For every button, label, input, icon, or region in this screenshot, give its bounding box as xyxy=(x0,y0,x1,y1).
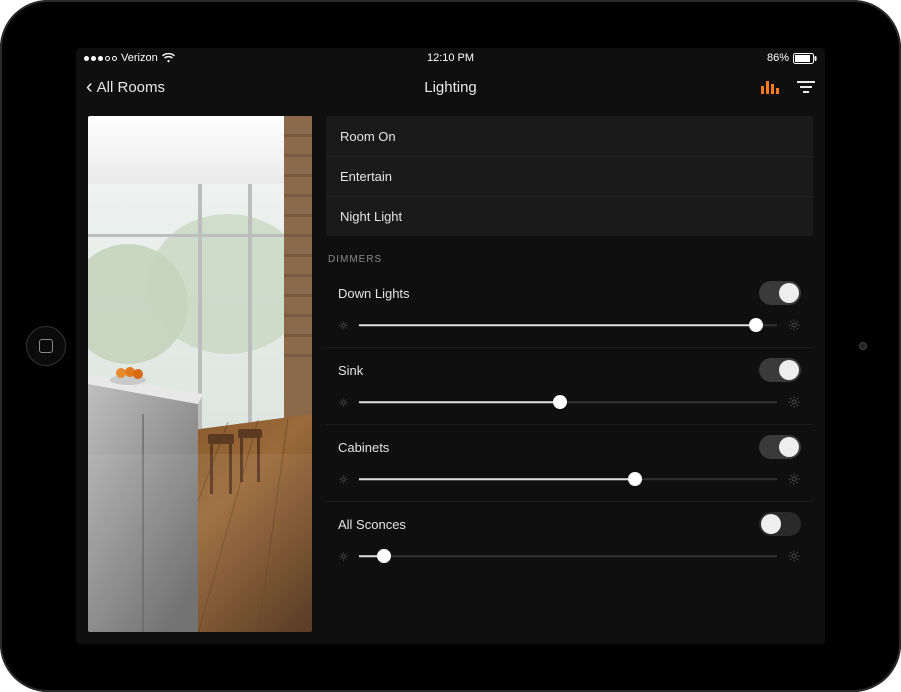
dimmer-name: All Sconces xyxy=(338,517,406,532)
brightness-high-icon xyxy=(787,395,801,409)
brightness-high-icon xyxy=(787,549,801,563)
scene-item-room-on[interactable]: Room On xyxy=(326,116,813,156)
brightness-low-icon xyxy=(338,320,349,331)
carrier-label: Verizon xyxy=(121,52,158,64)
scene-label: Entertain xyxy=(340,169,392,184)
dimmer-toggle[interactable] xyxy=(759,435,801,459)
scene-label: Night Light xyxy=(340,209,402,224)
dimmer-row: Sink xyxy=(326,347,813,424)
brightness-high-icon xyxy=(787,318,801,332)
scene-list: Room On Entertain Night Light xyxy=(326,116,813,236)
signal-strength-icon xyxy=(84,56,117,61)
equalizer-icon[interactable] xyxy=(761,80,779,94)
wifi-icon xyxy=(162,53,175,63)
section-label-dimmers: DIMMERS xyxy=(328,254,813,265)
brightness-low-icon xyxy=(338,551,349,562)
filter-icon[interactable] xyxy=(797,81,815,93)
clock: 12:10 PM xyxy=(427,52,474,64)
screen: Verizon 12:10 PM 86% ‹ All Rooms Lightin… xyxy=(76,48,825,644)
back-label: All Rooms xyxy=(97,79,165,96)
status-bar: Verizon 12:10 PM 86% xyxy=(76,48,825,68)
dimmer-slider[interactable] xyxy=(359,392,777,412)
dimmer-row: All Sconces xyxy=(326,501,813,578)
chevron-left-icon: ‹ xyxy=(86,77,93,97)
dimmer-toggle[interactable] xyxy=(759,358,801,382)
scene-item-entertain[interactable]: Entertain xyxy=(326,156,813,196)
home-button[interactable] xyxy=(26,326,66,366)
dimmer-row: Down Lights xyxy=(326,271,813,347)
brightness-low-icon xyxy=(338,397,349,408)
brightness-high-icon xyxy=(787,472,801,486)
dimmer-toggle[interactable] xyxy=(759,281,801,305)
room-photo xyxy=(88,116,312,632)
dimmer-name: Sink xyxy=(338,363,363,378)
dimmer-list: Down Lights Sink Cabinet xyxy=(326,271,813,578)
dimmer-row: Cabinets xyxy=(326,424,813,501)
page-title: Lighting xyxy=(424,79,477,96)
controls-panel: Room On Entertain Night Light DIMMERS Do… xyxy=(326,116,813,632)
dimmer-slider[interactable] xyxy=(359,469,777,489)
dimmer-name: Down Lights xyxy=(338,286,410,301)
back-button[interactable]: ‹ All Rooms xyxy=(86,77,165,97)
dimmer-name: Cabinets xyxy=(338,440,389,455)
dimmer-slider[interactable] xyxy=(359,315,777,335)
scene-label: Room On xyxy=(340,129,396,144)
dimmer-toggle[interactable] xyxy=(759,512,801,536)
brightness-low-icon xyxy=(338,474,349,485)
battery-icon xyxy=(793,53,817,64)
camera-dot xyxy=(859,342,867,350)
ipad-frame: Verizon 12:10 PM 86% ‹ All Rooms Lightin… xyxy=(0,0,901,692)
nav-bar: ‹ All Rooms Lighting xyxy=(76,68,825,106)
dimmer-slider[interactable] xyxy=(359,546,777,566)
battery-percentage: 86% xyxy=(767,52,789,64)
scene-item-night-light[interactable]: Night Light xyxy=(326,196,813,236)
